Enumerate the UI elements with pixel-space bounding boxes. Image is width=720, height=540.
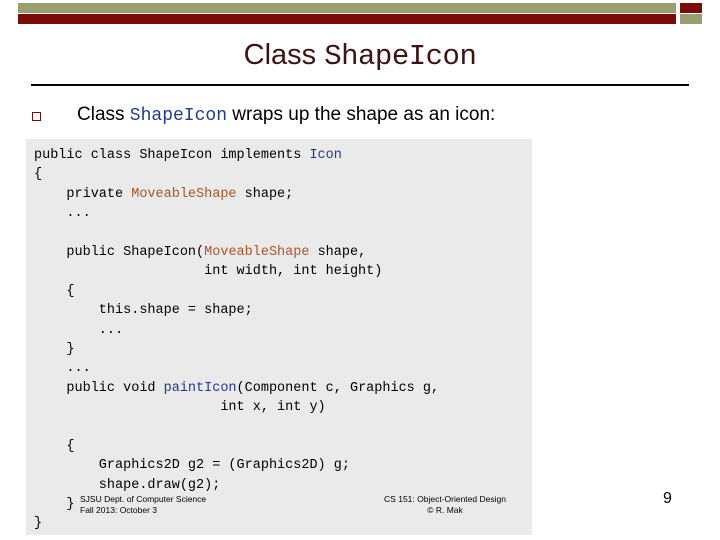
code-line: int width, int height)	[34, 262, 532, 281]
slide-footer: SJSU Dept. of Computer Science Fall 2013…	[0, 494, 720, 520]
page-title-prefix: Class	[243, 39, 325, 71]
code-token: int x, int y)	[34, 400, 326, 416]
code-token: int width, int height)	[34, 264, 383, 280]
code-listing: public class ShapeIcon implements Icon{ …	[26, 139, 532, 535]
code-line: {	[34, 165, 532, 184]
code-line: private MoveableShape shape;	[34, 185, 532, 204]
banner-square-maroon	[680, 3, 702, 13]
code-line: shape.draw(g2);	[34, 476, 532, 495]
code-token: Icon	[309, 148, 342, 163]
code-line: ...	[34, 359, 532, 378]
title-divider	[31, 84, 689, 86]
page-title-code: ShapeIcon	[324, 40, 477, 73]
code-line: this.shape = shape;	[34, 301, 532, 320]
code-token: shape,	[309, 244, 367, 260]
code-token: private	[34, 186, 132, 202]
code-token: {	[34, 283, 75, 299]
code-token: shape;	[236, 186, 294, 202]
code-line: public class ShapeIcon implements Icon	[34, 146, 532, 165]
code-token: MoveableShape	[131, 186, 237, 202]
code-token: ...	[34, 361, 91, 377]
bullet-list-item: Class ShapeIcon wraps up the shape as an…	[32, 100, 692, 130]
banner-bar-maroon	[18, 14, 676, 24]
banner-square-sage	[680, 14, 702, 24]
footer-department: SJSU Dept. of Computer Science	[80, 494, 207, 504]
code-token: Graphics2D g2 = (Graphics2D) g;	[34, 458, 350, 474]
code-token: public void	[34, 380, 164, 396]
banner-bar-sage	[18, 3, 676, 13]
bullet-item-label: Class ShapeIcon wraps up the shape as an…	[77, 103, 495, 128]
code-token: public class ShapeIcon implements	[34, 148, 310, 163]
code-token: paintIcon	[163, 380, 237, 396]
code-line: ...	[34, 204, 532, 223]
footer-right-block: CS 151: Object-Oriented Design © R. Mak	[300, 494, 590, 516]
code-token: (Component c, Graphics g,	[236, 380, 440, 396]
footer-left-block: SJSU Dept. of Computer Science Fall 2013…	[80, 494, 206, 516]
code-token: shape.draw(g2);	[34, 477, 221, 493]
bullet-text-after: wraps up the shape as an icon:	[227, 103, 496, 125]
code-token: {	[34, 167, 43, 183]
bullet-text-before: Class	[77, 103, 130, 125]
page-number: 9	[663, 490, 672, 507]
code-line: Graphics2D g2 = (Graphics2D) g;	[34, 456, 532, 475]
code-line: }	[34, 340, 532, 359]
footer-term-date: Fall 2013: October 3	[80, 505, 158, 515]
square-bullet-icon	[32, 111, 41, 121]
code-token: public ShapeIcon(	[34, 244, 205, 260]
code-token: {	[34, 438, 75, 454]
code-line: public ShapeIcon(MoveableShape shape,	[34, 243, 532, 262]
banner-row-bottom	[18, 14, 702, 24]
code-line: public void paintIcon(Component c, Graph…	[34, 379, 532, 398]
code-line: {	[34, 282, 532, 301]
code-line: int x, int y)	[34, 398, 532, 417]
code-token: this.shape = shape;	[34, 303, 253, 319]
footer-course: CS 151: Object-Oriented Design	[384, 494, 506, 504]
code-line: ...	[34, 321, 532, 340]
code-token: MoveableShape	[204, 244, 310, 260]
footer-copyright: © R. Mak	[427, 505, 463, 515]
slide-top-banner	[18, 3, 702, 24]
banner-row-top	[18, 3, 702, 13]
page-title: Class ShapeIcon	[0, 38, 720, 74]
code-line: {	[34, 437, 532, 456]
bullet-code-term: ShapeIcon	[129, 105, 228, 126]
code-token: ...	[34, 322, 124, 338]
code-token: }	[34, 341, 75, 357]
code-token: ...	[34, 206, 91, 222]
